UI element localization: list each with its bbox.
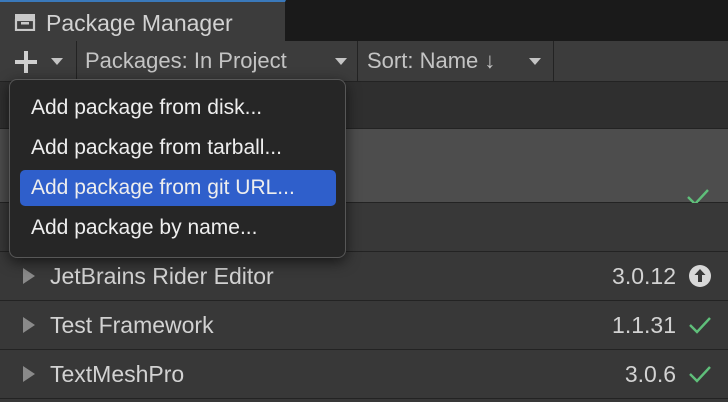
menu-item-label: Add package from disk... xyxy=(31,96,263,119)
tab-title: Package Manager xyxy=(46,10,233,36)
sort-label: Sort: Name ↓ xyxy=(367,48,496,73)
expand-arrow-icon[interactable] xyxy=(23,268,35,284)
update-available-icon xyxy=(689,265,711,287)
plus-icon xyxy=(15,51,37,73)
checkmark-icon xyxy=(689,317,711,334)
sort-chevron-down-icon xyxy=(529,58,541,65)
menu-item-label: Add package from git URL... xyxy=(31,176,295,199)
package-name: Test Framework xyxy=(50,312,214,338)
packages-filter-dropdown[interactable]: Packages: In Project xyxy=(77,41,358,81)
package-version: 3.0.6 xyxy=(624,361,676,387)
package-version: 1.1.31 xyxy=(612,312,676,338)
toolbar: Packages: In Project Sort: Name ↓ xyxy=(0,41,728,82)
add-package-button[interactable] xyxy=(0,41,77,81)
menu-item-add-from-tarball[interactable]: Add package from tarball... xyxy=(20,130,336,166)
package-row-jetbrains-rider-editor[interactable]: JetBrains Rider Editor 3.0.12 xyxy=(0,252,728,301)
package-manager-tab[interactable]: Package Manager xyxy=(0,0,286,41)
menu-item-add-by-name[interactable]: Add package by name... xyxy=(20,210,336,246)
expand-arrow-icon[interactable] xyxy=(23,317,35,333)
package-version: 3.0.12 xyxy=(612,263,676,289)
window-tab-bar: Package Manager xyxy=(0,0,728,41)
menu-item-label: Add package by name... xyxy=(31,216,258,239)
package-name: TextMeshPro xyxy=(50,361,185,387)
add-dropdown-caret-icon xyxy=(51,58,63,65)
expand-arrow-icon[interactable] xyxy=(23,366,35,382)
package-name: JetBrains Rider Editor xyxy=(50,263,274,289)
package-row-test-framework[interactable]: Test Framework 1.1.31 xyxy=(0,301,728,350)
menu-item-label: Add package from tarball... xyxy=(31,136,282,159)
package-icon xyxy=(14,14,36,31)
menu-item-add-from-disk[interactable]: Add package from disk... xyxy=(20,90,336,126)
sort-dropdown[interactable]: Sort: Name ↓ xyxy=(358,41,554,81)
add-package-menu: Add package from disk... Add package fro… xyxy=(9,79,346,258)
package-row-textmeshpro[interactable]: TextMeshPro 3.0.6 xyxy=(0,350,728,399)
checkmark-icon xyxy=(689,366,711,383)
filter-chevron-down-icon xyxy=(335,58,347,65)
menu-item-add-from-git-url[interactable]: Add package from git URL... xyxy=(20,170,336,206)
packages-filter-label: Packages: In Project xyxy=(85,48,287,73)
